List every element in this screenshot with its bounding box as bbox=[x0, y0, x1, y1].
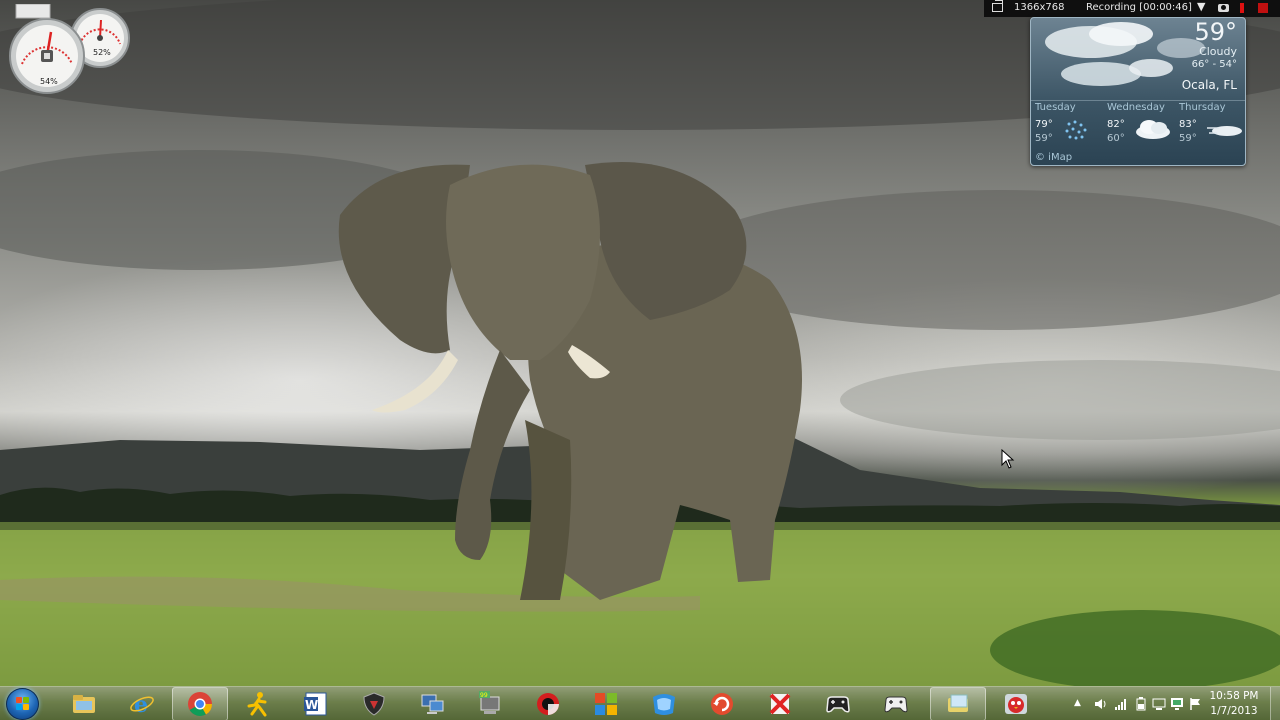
rain-icon bbox=[1065, 120, 1087, 140]
gamepad-icon bbox=[884, 696, 908, 713]
recording-resolution: 1366x768 bbox=[1014, 2, 1065, 13]
system-tray: ▲ 10:58 PM 1/7/2013 bbox=[1064, 687, 1280, 720]
weather-gadget[interactable]: 59° Cloudy 66° - 54° Ocala, FL Tuesday 7… bbox=[1030, 17, 1246, 166]
volume-icon[interactable] bbox=[1094, 697, 1108, 711]
pause-icon[interactable] bbox=[1240, 3, 1244, 13]
recording-status: Recording [00:00:46] bbox=[1086, 2, 1192, 13]
taskbar-microsoft-word[interactable]: W bbox=[288, 687, 344, 720]
memory-usage-label: 52% bbox=[93, 48, 111, 57]
taskbar-internet-explorer[interactable]: e bbox=[114, 687, 170, 720]
current-temperature: 59° bbox=[1194, 18, 1237, 46]
taskbar-computer-99[interactable]: 99 bbox=[462, 687, 518, 720]
svg-text:e: e bbox=[134, 692, 148, 717]
stop-recording-icon[interactable] bbox=[1258, 3, 1268, 13]
tray-overflow-icon[interactable]: ▲ bbox=[1074, 698, 1081, 708]
aim-running-man-icon bbox=[247, 692, 267, 717]
show-desktop-button[interactable] bbox=[1270, 687, 1280, 720]
clock-time: 10:58 PM bbox=[1209, 690, 1259, 702]
taskbar-google-chrome[interactable] bbox=[172, 687, 228, 720]
internet-explorer-icon: e bbox=[130, 692, 154, 717]
forecast-day: Thursday 83° 59° bbox=[1175, 102, 1245, 152]
forecast-high: 82° bbox=[1107, 119, 1125, 130]
forecast-day: Tuesday 79° 59° bbox=[1031, 102, 1103, 152]
word-icon: W bbox=[304, 692, 327, 716]
taskbar-folder-window[interactable] bbox=[930, 687, 986, 720]
forecast-day-name: Tuesday bbox=[1035, 102, 1076, 113]
screen-region-icon[interactable] bbox=[992, 0, 1003, 12]
taskbar-network-computer[interactable] bbox=[404, 687, 460, 720]
network-signal-icon[interactable] bbox=[1114, 697, 1128, 711]
taskbar-windows-explorer[interactable] bbox=[56, 687, 112, 720]
forecast-high: 83° bbox=[1179, 119, 1197, 130]
forecast-high: 79° bbox=[1035, 119, 1053, 130]
computer-99-icon: 99 bbox=[479, 691, 500, 714]
weather-credit: © iMap bbox=[1035, 152, 1073, 163]
chrome-icon bbox=[188, 692, 212, 717]
forecast-low: 59° bbox=[1035, 133, 1053, 144]
monitor-icon[interactable] bbox=[1170, 697, 1184, 711]
forecast-day: Wednesday 82° 60° bbox=[1103, 102, 1175, 152]
cloud-icon bbox=[1136, 120, 1170, 139]
taskbar-shield-app[interactable] bbox=[346, 687, 402, 720]
taskbar-clock[interactable]: 10:58 PM 1/7/2013 bbox=[1208, 689, 1260, 719]
svg-text:W: W bbox=[305, 698, 318, 712]
forecast-low: 59° bbox=[1179, 133, 1197, 144]
cpu-usage-label: 54% bbox=[40, 77, 58, 86]
forecast-day-name: Thursday bbox=[1179, 102, 1226, 113]
camera-icon[interactable] bbox=[1218, 4, 1229, 12]
weather-city: Ocala, FL bbox=[1181, 78, 1237, 92]
battery-icon[interactable] bbox=[1134, 697, 1148, 711]
record-app-icon bbox=[537, 693, 559, 715]
display-icon[interactable] bbox=[1152, 697, 1166, 711]
tiles-icon bbox=[595, 693, 617, 715]
windows-live-icon bbox=[653, 694, 675, 715]
start-button[interactable] bbox=[6, 688, 39, 720]
folder-icon bbox=[73, 695, 95, 713]
forecast-day-name: Wednesday bbox=[1107, 102, 1165, 113]
taskbar-windows-live[interactable] bbox=[636, 687, 692, 720]
shield-icon bbox=[363, 692, 385, 716]
angry-birds-icon bbox=[1005, 694, 1027, 714]
x-app-icon bbox=[769, 693, 791, 715]
taskbar-aim[interactable] bbox=[230, 687, 286, 720]
network-computer-icon bbox=[421, 694, 444, 714]
refresh-app-icon bbox=[711, 693, 733, 715]
taskbar-angry-birds[interactable] bbox=[988, 687, 1044, 720]
weather-condition: Cloudy bbox=[1199, 45, 1237, 58]
action-center-flag-icon[interactable] bbox=[1188, 697, 1202, 711]
temperature-range: 66° - 54° bbox=[1191, 59, 1237, 70]
taskbar-x-app[interactable] bbox=[752, 687, 808, 720]
folder-window-icon bbox=[948, 694, 968, 712]
taskbar-refresh-app[interactable] bbox=[694, 687, 750, 720]
mouse-cursor-icon bbox=[1001, 449, 1015, 469]
screen-recorder-bar: 1366x768 Recording [00:00:46] ▼ bbox=[984, 0, 1280, 17]
svg-text:99: 99 bbox=[480, 692, 488, 699]
game-controller-icon bbox=[826, 696, 850, 713]
taskbar: e W 99 ▲ 10:58 PM 1/7/2013 bbox=[0, 686, 1280, 720]
taskbar-windows-tiles[interactable] bbox=[578, 687, 634, 720]
dropdown-icon[interactable]: ▼ bbox=[1197, 0, 1205, 13]
weather-divider bbox=[1031, 100, 1245, 101]
clock-date: 1/7/2013 bbox=[1210, 705, 1258, 717]
windows-logo-icon bbox=[16, 697, 30, 711]
taskbar-record-app[interactable] bbox=[520, 687, 576, 720]
windy-cloud-icon bbox=[1207, 126, 1242, 136]
cpu-meter-gadget[interactable]: 54% 52% bbox=[8, 4, 132, 96]
forecast-low: 60° bbox=[1107, 133, 1125, 144]
taskbar-game-controller[interactable] bbox=[810, 687, 866, 720]
taskbar-gamepad[interactable] bbox=[868, 687, 924, 720]
